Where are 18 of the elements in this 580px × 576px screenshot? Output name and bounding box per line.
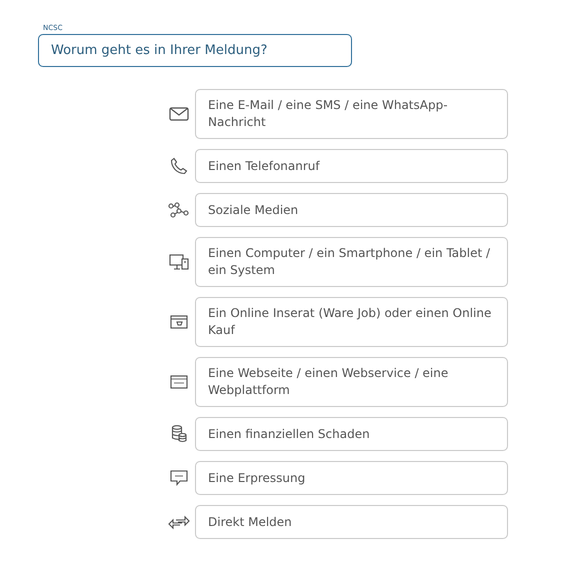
option-button[interactable]: Einen finanziellen Schaden <box>195 417 508 451</box>
option-button[interactable]: Eine Erpressung <box>195 461 508 495</box>
speech-bubble-icon <box>170 470 188 486</box>
shop-window-icon <box>170 315 188 329</box>
network-icon <box>168 202 190 218</box>
option-button[interactable]: Ein Online Inserat (Ware Job) oder einen Online Kauf <box>195 297 508 347</box>
option-button[interactable]: Eine E-Mail / eine SMS / eine WhatsApp-Nachricht <box>195 89 508 139</box>
browser-icon <box>170 375 188 389</box>
phone-icon <box>170 157 188 175</box>
coins-icon <box>171 425 187 443</box>
option-button[interactable]: Soziale Medien <box>195 193 508 227</box>
option-button[interactable]: Eine Webseite / einen Webservice / eine Webplattform <box>195 357 508 407</box>
computer-icon <box>169 254 189 270</box>
option-button[interactable]: Einen Telefonanruf <box>195 149 508 183</box>
envelope-icon <box>169 107 189 121</box>
option-button[interactable]: Einen Computer / ein Smartphone / ein Tablet / ein System <box>195 237 508 287</box>
option-button[interactable]: Direkt Melden <box>195 505 508 539</box>
question-box: Worum geht es in Ihrer Meldung? <box>38 34 352 67</box>
